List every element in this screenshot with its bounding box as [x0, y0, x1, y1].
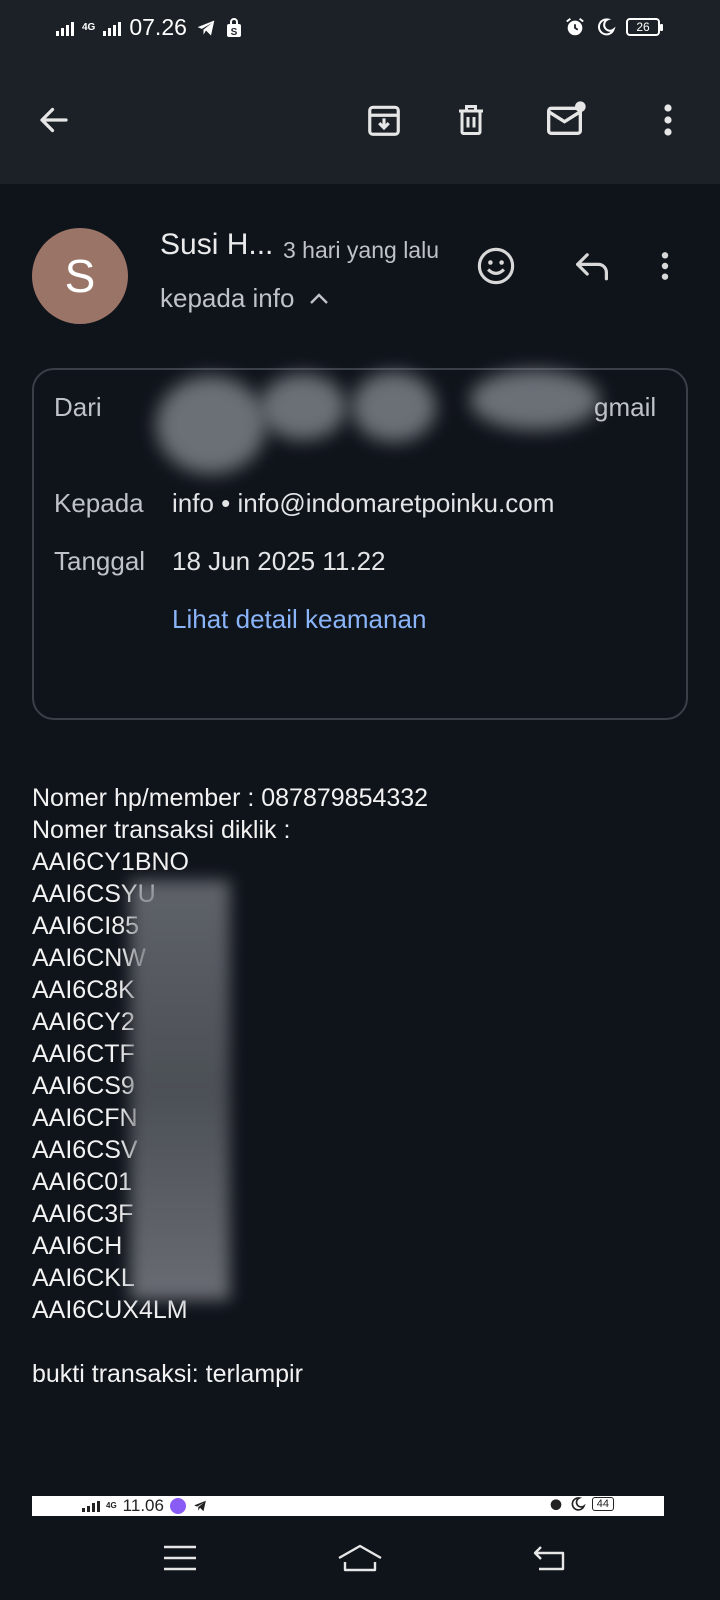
recents-button[interactable] — [150, 1534, 210, 1582]
back-icon — [533, 1546, 565, 1571]
transaction-code: AAI6CI85 — [32, 912, 140, 940]
redaction-overlay — [130, 880, 230, 1300]
status-bar: 4G 07.26 S 26 — [0, 0, 720, 60]
more-options-button[interactable] — [640, 92, 696, 148]
menu-icon — [164, 1545, 196, 1571]
emoji-icon — [477, 247, 515, 285]
from-label: Dari — [54, 392, 102, 422]
recipient-label: kepada info — [160, 283, 295, 313]
signal-icon — [56, 20, 74, 36]
attachment-network: 4G — [106, 1501, 117, 1510]
telegram-icon — [194, 1500, 206, 1512]
attachment-note: bukti transaksi: terlampir — [32, 1360, 303, 1388]
transaction-code: AAI6CY2 — [32, 1008, 135, 1036]
transaction-code: AAI6CS9 — [32, 1072, 135, 1100]
shopping-bag-icon: S — [226, 17, 241, 38]
app-badge-icon — [169, 1498, 186, 1514]
attachment-time: 11.06 — [122, 1496, 164, 1515]
system-nav-bar — [0, 1516, 720, 1600]
from-value-suffix: gmail — [594, 392, 657, 422]
avatar[interactable]: S — [32, 228, 128, 324]
archive-icon — [368, 105, 400, 136]
transaction-code: AAI6C3F — [32, 1200, 134, 1228]
sender-name: Susi H... — [160, 228, 274, 261]
trash-icon — [459, 105, 483, 135]
transaction-code: AAI6CH — [32, 1232, 123, 1260]
reply-button[interactable] — [566, 240, 618, 292]
message-time: 3 hari yang lalu — [283, 237, 439, 263]
battery-icon: 26 — [626, 18, 663, 36]
moon-icon — [597, 18, 616, 36]
alarm-icon — [566, 18, 584, 36]
transaction-code: AAI6CTF — [32, 1040, 135, 1068]
alarm-icon — [550, 1499, 562, 1510]
attachment-battery: 44 — [591, 1497, 614, 1511]
security-details-link[interactable]: Lihat detail keamanan — [172, 604, 426, 635]
transaction-code-list: AAI6CY1BNO AAI6CSYU AAI6CI85 AAI6CNW AAI… — [32, 846, 428, 1326]
more-vert-icon — [661, 252, 669, 280]
transaction-code: AAI6CSV — [32, 1136, 138, 1164]
date-label: Tanggal — [54, 546, 146, 576]
chevron-up-icon — [310, 292, 329, 304]
back-button[interactable] — [26, 92, 82, 148]
archive-button[interactable] — [356, 92, 412, 148]
mark-unread-button[interactable] — [539, 92, 595, 148]
transaction-code: AAI6C8K — [32, 976, 135, 1004]
transaction-code: AAI6CKL — [32, 1264, 135, 1292]
transaction-code: AAI6C01 — [32, 1168, 133, 1196]
transaction-code: AAI6CFN — [32, 1104, 138, 1132]
date-value: 18 Jun 2025 11.22 — [172, 546, 386, 576]
to-label: Kepada — [54, 488, 144, 518]
nav-back-button[interactable] — [519, 1534, 579, 1582]
attachment-preview[interactable]: 4G 11.06 44 — [32, 1496, 664, 1516]
reply-icon — [575, 253, 608, 281]
home-icon — [338, 1544, 382, 1572]
delete-button[interactable] — [443, 92, 499, 148]
message-details-card: Dari gmail Kepada info • info@indomaretp… — [32, 368, 688, 720]
transaction-code: AAI6CY1BNO — [32, 848, 190, 876]
message-more-button[interactable] — [650, 240, 680, 292]
react-emoji-button[interactable] — [470, 240, 522, 292]
network-type: 4G — [82, 22, 96, 33]
transaction-header-line: Nomer transaksi diklik : — [32, 816, 291, 844]
telegram-icon — [197, 20, 215, 35]
more-vert-icon — [664, 104, 672, 136]
moon-icon — [571, 1497, 586, 1511]
mail-unread-icon — [547, 101, 586, 135]
home-button[interactable] — [330, 1534, 390, 1582]
transaction-code: AAI6CNW — [32, 944, 146, 972]
arrow-left-icon — [40, 107, 68, 133]
to-value: info • info@indomaretpoinku.com — [172, 488, 555, 518]
signal-icon — [82, 1500, 100, 1512]
member-phone-line: Nomer hp/member : 087879854332 — [32, 784, 429, 812]
transaction-code: AAI6CUX4LM — [32, 1296, 188, 1324]
transaction-code: AAI6CSYU — [32, 880, 156, 908]
top-bar: 4G 07.26 S 26 — [0, 0, 720, 184]
signal-icon-2 — [103, 20, 122, 36]
message-body: Nomer hp/member : 087879854332 Nomer tra… — [32, 782, 428, 1390]
status-time: 07.26 — [129, 14, 187, 40]
svg-text:S: S — [231, 27, 238, 38]
recipient-toggle[interactable]: kepada info — [160, 283, 330, 314]
